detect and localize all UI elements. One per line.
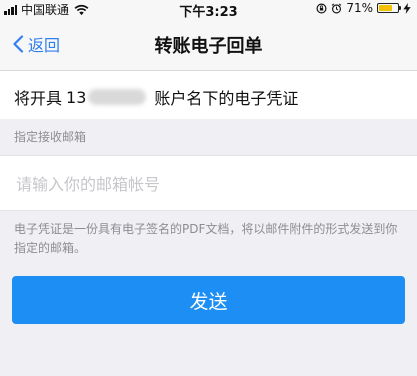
bolt-icon <box>403 2 411 14</box>
email-field-row <box>0 155 417 212</box>
send-button[interactable]: 发送 <box>12 276 405 324</box>
navigation-bar: 返回 转账电子回单 <box>0 18 417 71</box>
email-field-label: 指定接收邮箱 <box>14 130 87 144</box>
battery-icon <box>377 3 401 13</box>
account-number: 13 <box>66 87 87 107</box>
account-number-mask <box>88 89 147 105</box>
status-bar-right: 71% <box>316 1 411 15</box>
page-title: 转账电子回单 <box>154 36 263 57</box>
email-input[interactable] <box>14 156 403 212</box>
orientation-lock-icon <box>316 3 327 13</box>
status-bar: 中国联通 下午3:23 71% <box>0 0 417 20</box>
battery-fill <box>379 5 392 11</box>
battery-percent: 71% <box>346 1 373 15</box>
account-info-row: 将开具 13 账户名下的电子凭证 <box>0 71 417 119</box>
help-note: 电子凭证是一份具有电子签名的PDF文档，将以邮件附件的形式发送到你指定的邮箱。 <box>14 222 398 255</box>
account-suffix: 账户名下的电子凭证 <box>154 89 299 108</box>
account-prefix: 将开具 <box>14 89 63 108</box>
alarm-icon <box>332 3 342 13</box>
account-text: 将开具 13 账户名下的电子凭证 <box>14 85 298 109</box>
